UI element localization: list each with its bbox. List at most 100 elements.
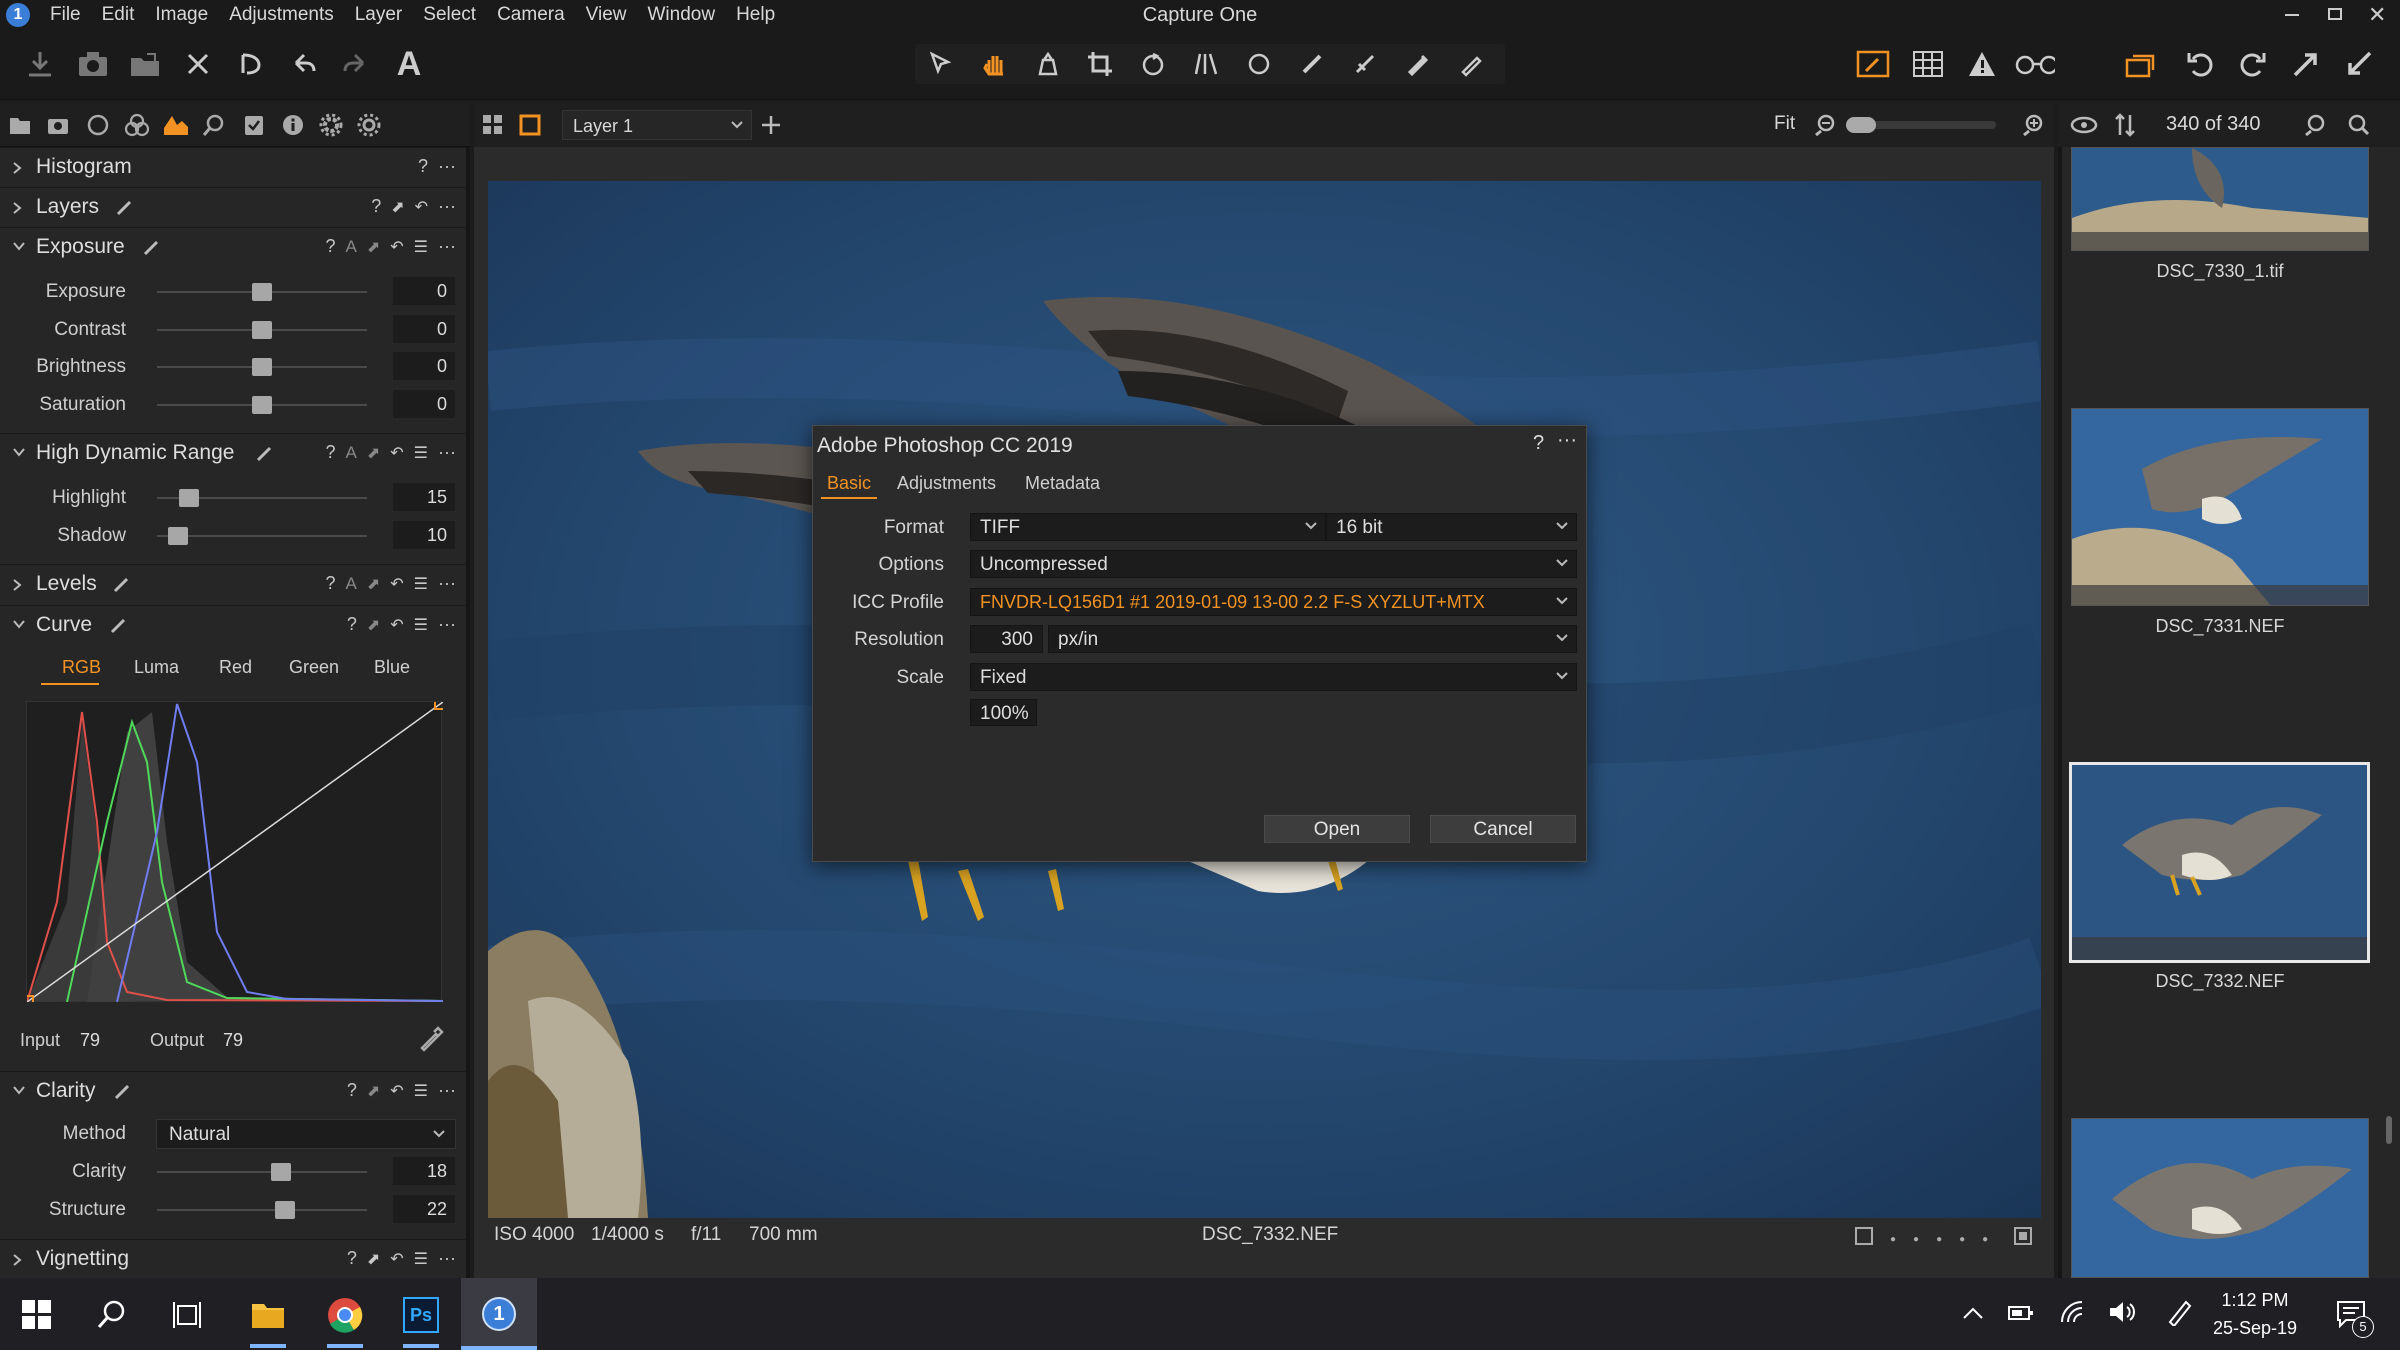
thumbnail-dsc-7332-selected[interactable] xyxy=(2069,762,2370,963)
exposure-tool-header[interactable]: Exposure ? A ⬈ ↶ ☰ ··· xyxy=(0,227,466,265)
volume-icon[interactable] xyxy=(2108,1300,2136,1324)
reset-icon[interactable]: ↶ xyxy=(390,615,403,635)
help-icon[interactable]: ? xyxy=(418,156,428,177)
delete-icon[interactable] xyxy=(178,44,218,84)
copy-icon[interactable]: ⬈ xyxy=(367,443,380,463)
browser-scrollbar[interactable] xyxy=(2386,1116,2392,1144)
rotate-tool-icon[interactable] xyxy=(1133,44,1173,84)
menu-camera[interactable]: Camera xyxy=(497,4,565,26)
format-select[interactable]: TIFF xyxy=(970,513,1326,541)
dialog-help-icon[interactable]: ? xyxy=(1533,432,1544,455)
loupe-tool-icon[interactable] xyxy=(1028,44,1068,84)
cancel-button[interactable]: Cancel xyxy=(1430,815,1576,843)
curve-tab-red[interactable]: Red xyxy=(219,657,252,678)
color-tag-icon[interactable] xyxy=(2014,1227,2032,1245)
local-brush-icon[interactable] xyxy=(143,240,159,256)
reset-icon[interactable]: ↶ xyxy=(390,574,403,594)
export-icon[interactable] xyxy=(125,44,165,84)
rotate-left-icon[interactable] xyxy=(2180,44,2220,84)
text-tool-icon[interactable]: A xyxy=(389,44,429,84)
more-icon[interactable]: ··· xyxy=(438,573,456,594)
reset-icon[interactable] xyxy=(230,44,270,84)
capture-one-taskbar-button[interactable]: 1 xyxy=(461,1278,537,1350)
clarity-tool-header[interactable]: Clarity ? ⬈ ↶ ☰ ··· xyxy=(0,1071,466,1109)
hdr-tool-header[interactable]: High Dynamic Range ? A ⬈ ↶ ☰ ··· xyxy=(0,433,466,471)
thumbnail-next[interactable] xyxy=(2071,1118,2369,1278)
local-brush-icon[interactable] xyxy=(113,577,129,593)
undo-icon[interactable] xyxy=(283,44,323,84)
reset-icon[interactable]: ↶ xyxy=(390,1249,403,1269)
eyedropper-tool-icon[interactable] xyxy=(1398,44,1438,84)
icc-profile-select[interactable]: FNVDR-LQ156D1 #1 2019-01-09 13-00 2.2 F-… xyxy=(970,588,1577,616)
chrome-icon[interactable] xyxy=(327,1297,363,1333)
more-icon[interactable]: ··· xyxy=(438,156,456,177)
menu-adjustments[interactable]: Adjustments xyxy=(229,4,334,26)
add-layer-icon[interactable] xyxy=(760,114,782,136)
levels-tool-header[interactable]: Levels ? A ⬈ ↶ ☰ ··· xyxy=(0,564,466,602)
rotate-right-icon[interactable] xyxy=(2233,44,2273,84)
zoom-out-icon[interactable] xyxy=(1814,114,1836,136)
presets-icon[interactable]: ☰ xyxy=(414,443,428,463)
gradient-mask-icon[interactable] xyxy=(1345,44,1385,84)
scale-select[interactable]: Fixed xyxy=(970,663,1577,691)
slider-knob[interactable] xyxy=(252,395,272,414)
local-brush-icon[interactable] xyxy=(256,446,272,462)
windows-start-icon[interactable] xyxy=(22,1300,52,1330)
local-brush-icon[interactable] xyxy=(116,200,132,216)
show-hidden-icons[interactable] xyxy=(1962,1306,1984,1320)
curve-tab-luma[interactable]: Luma xyxy=(134,657,179,678)
eye-icon[interactable] xyxy=(2070,115,2098,135)
rating-reject-icon[interactable] xyxy=(1855,1227,1873,1245)
presets-icon[interactable]: ☰ xyxy=(414,1081,428,1101)
copy-icon[interactable]: ⬈ xyxy=(367,237,380,257)
presets-icon[interactable]: ☰ xyxy=(414,574,428,594)
keystone-tool-icon[interactable] xyxy=(1186,44,1226,84)
copy-adjustments-icon[interactable] xyxy=(2286,44,2326,84)
copy-icon[interactable]: ⬈ xyxy=(367,1081,380,1101)
help-icon[interactable]: ? xyxy=(347,1080,357,1101)
slider-value-input[interactable]: 15 xyxy=(393,483,455,511)
sort-icon[interactable] xyxy=(2114,113,2136,137)
help-icon[interactable]: ? xyxy=(326,573,336,594)
presets-icon[interactable]: ☰ xyxy=(414,237,428,257)
more-icon[interactable]: ··· xyxy=(438,196,456,217)
slider-knob[interactable] xyxy=(168,526,188,545)
menu-help[interactable]: Help xyxy=(736,4,775,26)
dialog-more-icon[interactable]: ··· xyxy=(1557,429,1577,452)
close-icon[interactable]: ✕ xyxy=(2368,2,2386,28)
photoshop-icon[interactable]: Ps xyxy=(403,1297,439,1333)
details-tab-icon[interactable] xyxy=(202,113,226,137)
menu-window[interactable]: Window xyxy=(648,4,716,26)
menu-layer[interactable]: Layer xyxy=(355,4,403,26)
crop-tool-icon[interactable] xyxy=(1080,44,1120,84)
more-icon[interactable]: ··· xyxy=(438,236,456,257)
clock-time[interactable]: 1:12 PM xyxy=(2210,1290,2300,1311)
slider-track[interactable] xyxy=(157,1208,367,1211)
histogram-tool-header[interactable]: Histogram ? ··· xyxy=(0,147,466,185)
copy-icon[interactable]: ⬈ xyxy=(391,197,404,217)
pen-icon[interactable] xyxy=(2166,1298,2192,1326)
menu-edit[interactable]: Edit xyxy=(102,4,135,26)
search-icon[interactable] xyxy=(97,1300,127,1330)
thumbnail-dsc-7331[interactable] xyxy=(2071,408,2369,606)
slider-knob[interactable] xyxy=(270,1163,291,1181)
slider-knob[interactable] xyxy=(252,358,272,376)
erase-tool-icon[interactable] xyxy=(1451,44,1491,84)
slider-value-input[interactable]: 22 xyxy=(393,1194,455,1223)
copy-icon[interactable]: ⬈ xyxy=(367,615,380,635)
zoom-fit-label[interactable]: Fit xyxy=(1774,113,1795,135)
restore-icon[interactable] xyxy=(2328,8,2342,20)
apply-adjustments-icon[interactable] xyxy=(2339,44,2379,84)
slider-knob[interactable] xyxy=(178,489,199,507)
scale-percent-input[interactable]: 100% xyxy=(970,699,1037,726)
slider-value-input[interactable]: 0 xyxy=(393,277,455,305)
resolution-unit-select[interactable]: px/in xyxy=(1048,625,1577,653)
more-icon[interactable]: ··· xyxy=(438,442,456,463)
lens-tab-icon[interactable] xyxy=(86,113,110,137)
auto-adjust-icon[interactable]: A xyxy=(346,574,357,594)
reset-icon[interactable]: ↶ xyxy=(390,237,403,257)
zoom-slider-knob[interactable] xyxy=(1846,117,1876,133)
grid-icon[interactable] xyxy=(1908,44,1948,84)
presets-icon[interactable]: ☰ xyxy=(414,615,428,635)
help-icon[interactable]: ? xyxy=(326,236,336,257)
